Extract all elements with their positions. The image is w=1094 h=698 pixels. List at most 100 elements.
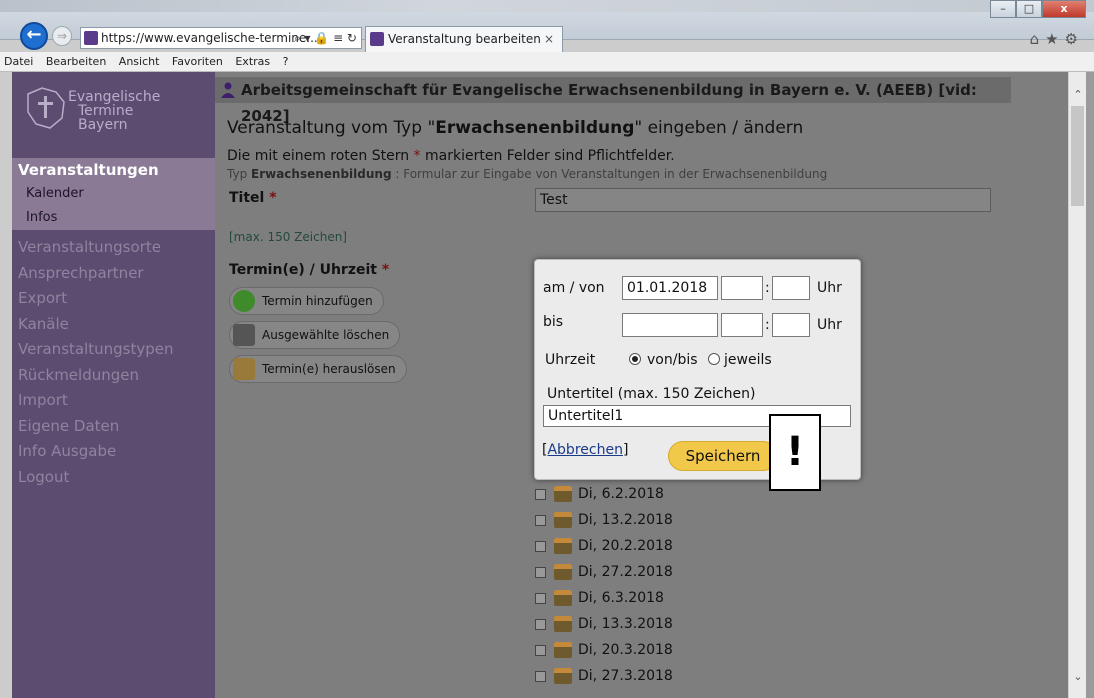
end-minute-input[interactable] bbox=[772, 313, 810, 337]
required-info: Die mit einem roten Stern * markierten F… bbox=[227, 148, 675, 164]
tab-title: Veranstaltung bearbeiten bbox=[388, 32, 541, 46]
sidebar-item-veranstaltungsorte[interactable]: Veranstaltungsorte bbox=[18, 238, 161, 256]
required-star: * bbox=[413, 148, 421, 164]
bavaria-map-icon bbox=[27, 87, 65, 129]
date-row[interactable]: Di, 27.3.2018 bbox=[535, 668, 673, 684]
address-tools-icon[interactable]: ⌕ ▾ 🔒 ≡ ↻ bbox=[294, 28, 357, 48]
scroll-down-icon[interactable]: ⌄ bbox=[1069, 670, 1087, 686]
calendar-icon bbox=[554, 668, 572, 684]
sidebar-item-info-ausgabe[interactable]: Info Ausgabe bbox=[18, 442, 116, 460]
titel-max-hint: [max. 150 Zeichen] bbox=[229, 230, 347, 244]
date-checkbox[interactable] bbox=[535, 514, 546, 526]
page-title: Veranstaltung vom Typ "Erwachsenenbildun… bbox=[227, 118, 804, 138]
forward-button[interactable]: ⇒ bbox=[52, 26, 72, 46]
date-row[interactable]: Di, 13.3.2018 bbox=[535, 616, 673, 632]
date-checkbox[interactable] bbox=[535, 592, 546, 604]
scroll-thumb[interactable] bbox=[1071, 106, 1084, 206]
logo-line-3: Bayern bbox=[78, 117, 128, 133]
sidebar-item-eigene-daten[interactable]: Eigene Daten bbox=[18, 417, 119, 435]
page-title-type: Erwachsenenbildung bbox=[435, 118, 635, 138]
titel-input[interactable]: Test bbox=[535, 188, 991, 212]
sidebar-item-infos[interactable]: Infos bbox=[26, 210, 57, 225]
trash-icon bbox=[233, 324, 255, 346]
back-button[interactable]: ← bbox=[20, 22, 48, 50]
address-bar[interactable]: https://www.evangelische-termine... ⌕ ▾ … bbox=[80, 27, 362, 49]
exclamation-callout: ! bbox=[769, 414, 821, 491]
save-button[interactable]: Speichern bbox=[668, 441, 778, 471]
cancel-link[interactable]: [Abbrechen] bbox=[542, 442, 628, 458]
date-checkbox[interactable] bbox=[535, 618, 546, 630]
date-checkbox[interactable] bbox=[535, 566, 546, 578]
sidebar: Evangelische Termine Bayern Veranstaltun… bbox=[12, 72, 215, 698]
address-text: https://www.evangelische-termine... bbox=[101, 31, 318, 45]
menu-ansicht[interactable]: Ansicht bbox=[119, 55, 160, 68]
date-row[interactable]: Di, 27.2.2018 bbox=[535, 564, 673, 580]
date-checkbox[interactable] bbox=[535, 488, 546, 500]
desktop-background bbox=[0, 0, 1094, 12]
radio-jeweils-label: jeweils bbox=[724, 352, 772, 368]
end-date-input[interactable] bbox=[622, 313, 718, 337]
menu-help[interactable]: ? bbox=[283, 55, 289, 68]
sidebar-item-veranstaltungstypen[interactable]: Veranstaltungstypen bbox=[18, 340, 174, 358]
menu-favoriten[interactable]: Favoriten bbox=[172, 55, 223, 68]
calendar-icon bbox=[554, 486, 572, 502]
calendar-icon bbox=[554, 512, 572, 528]
menu-extras[interactable]: Extras bbox=[235, 55, 270, 68]
titel-label: Titel * bbox=[229, 190, 277, 206]
tab-close-icon[interactable]: × bbox=[544, 27, 554, 51]
add-termin-button[interactable]: Termin hinzufügen bbox=[229, 287, 384, 315]
browser-tab[interactable]: Veranstaltung bearbeiten × bbox=[365, 26, 563, 52]
close-window-button[interactable]: x bbox=[1042, 0, 1086, 18]
sidebar-item-logout[interactable]: Logout bbox=[18, 468, 69, 486]
organisation-header: Arbeitsgemeinschaft für Evangelische Erw… bbox=[215, 77, 1011, 125]
date-row[interactable]: Di, 13.2.2018 bbox=[535, 512, 673, 528]
menu-bearbeiten[interactable]: Bearbeiten bbox=[46, 55, 106, 68]
bis-label: bis bbox=[543, 314, 564, 330]
sidebar-item-rueckmeldungen[interactable]: Rückmeldungen bbox=[18, 366, 139, 384]
uhr-label: Uhr bbox=[817, 317, 842, 333]
start-minute-input[interactable] bbox=[772, 276, 810, 300]
menu-bar: Datei Bearbeiten Ansicht Favoriten Extra… bbox=[0, 52, 1094, 72]
extract-termin-button[interactable]: Termin(e) herauslösen bbox=[229, 355, 407, 383]
radio-jeweils[interactable] bbox=[708, 353, 720, 365]
person-icon bbox=[221, 82, 235, 98]
window-edge bbox=[1086, 72, 1094, 698]
date-row[interactable]: Di, 6.3.2018 bbox=[535, 590, 664, 606]
site-favicon-icon bbox=[84, 31, 98, 45]
logo[interactable]: Evangelische Termine Bayern bbox=[22, 84, 202, 134]
date-checkbox[interactable] bbox=[535, 670, 546, 682]
scroll-up-icon[interactable]: ⌃ bbox=[1069, 88, 1087, 104]
uhr-label: Uhr bbox=[817, 280, 842, 296]
sidebar-item-ansprechpartner[interactable]: Ansprechpartner bbox=[18, 264, 144, 282]
logo-line-2: Termine bbox=[78, 103, 134, 119]
calendar-icon bbox=[554, 538, 572, 554]
date-row[interactable]: Di, 20.3.2018 bbox=[535, 642, 673, 658]
sidebar-item-kalender[interactable]: Kalender bbox=[26, 186, 84, 201]
date-row[interactable]: Di, 6.2.2018 bbox=[535, 486, 664, 502]
plus-icon bbox=[233, 290, 255, 312]
end-hour-input[interactable] bbox=[721, 313, 763, 337]
sidebar-item-import[interactable]: Import bbox=[18, 391, 68, 409]
vertical-scrollbar[interactable]: ⌃ ⌄ bbox=[1068, 72, 1086, 698]
date-row[interactable]: Di, 20.2.2018 bbox=[535, 538, 673, 554]
sidebar-item-export[interactable]: Export bbox=[18, 289, 67, 307]
calendar-icon bbox=[554, 616, 572, 632]
am-von-label: am / von bbox=[543, 280, 605, 296]
minimize-button[interactable]: – bbox=[990, 0, 1016, 18]
delete-selected-button[interactable]: Ausgewählte löschen bbox=[229, 321, 401, 349]
home-favorites-settings-icon[interactable]: ⌂★⚙ bbox=[1030, 30, 1084, 48]
menu-datei[interactable]: Datei bbox=[4, 55, 33, 68]
start-hour-input[interactable] bbox=[721, 276, 763, 300]
date-checkbox[interactable] bbox=[535, 644, 546, 656]
radio-von-bis[interactable] bbox=[629, 353, 641, 365]
date-checkbox[interactable] bbox=[535, 540, 546, 552]
type-description: Typ Erwachsenenbildung : Formular zur Ei… bbox=[227, 167, 828, 181]
sidebar-item-veranstaltungen[interactable]: Veranstaltungen bbox=[18, 161, 159, 179]
start-date-input[interactable]: 01.01.2018 bbox=[622, 276, 718, 300]
sidebar-item-kanaele[interactable]: Kanäle bbox=[18, 315, 69, 333]
time-separator: : bbox=[765, 317, 770, 333]
termin-label: Termin(e) / Uhrzeit * bbox=[229, 262, 390, 278]
maximize-button[interactable]: □ bbox=[1016, 0, 1042, 18]
window-controls: – □ x bbox=[990, 0, 1086, 20]
extract-icon bbox=[233, 358, 255, 380]
